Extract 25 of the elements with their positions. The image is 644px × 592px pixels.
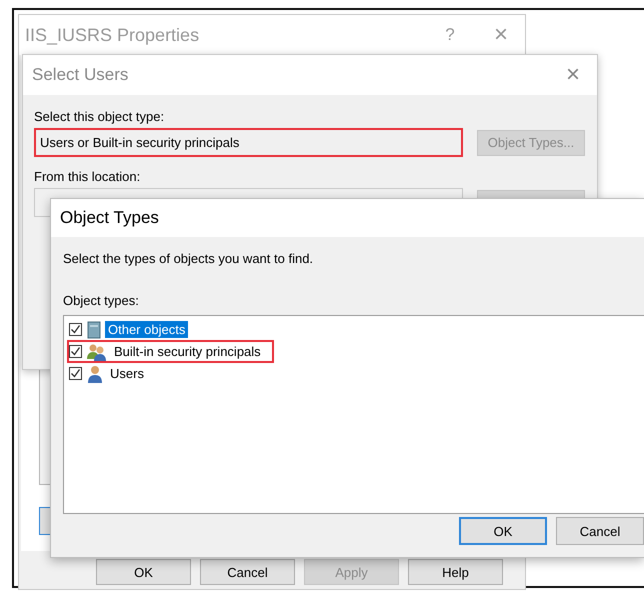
list-label: Object types: xyxy=(63,293,140,308)
dialog-button[interactable]: Cancel xyxy=(200,559,295,585)
checkbox[interactable] xyxy=(69,323,82,336)
dialog-button[interactable]: Help xyxy=(408,559,503,585)
field-label: From this location: xyxy=(34,169,142,184)
checkbox[interactable] xyxy=(69,367,82,380)
object-type-row[interactable]: Built-in security principals xyxy=(69,342,272,361)
dialog-button[interactable]: OK xyxy=(459,517,547,545)
people-icon xyxy=(86,342,108,360)
object-type-field[interactable]: Users or Built-in security principals xyxy=(34,128,463,157)
user-icon xyxy=(86,364,104,382)
object-type-label: Users xyxy=(109,365,145,382)
object-type-label: Other objects xyxy=(105,321,188,338)
server-icon xyxy=(86,320,102,338)
checkbox[interactable] xyxy=(69,345,82,358)
object-type-row[interactable]: Other objects xyxy=(69,320,196,339)
field-label: Select this object type: xyxy=(34,109,166,124)
dialog-button[interactable]: Cancel xyxy=(556,517,644,545)
window-title: IIS_IUSRS Properties xyxy=(25,24,200,46)
window-title: Select Users xyxy=(32,65,130,85)
instruction-text: Select the types of objects you want to find. xyxy=(63,251,314,266)
object-type-row[interactable]: Users xyxy=(69,364,155,383)
object-type-label: Built-in security principals xyxy=(113,343,262,360)
dialog-button[interactable]: OK xyxy=(96,559,191,585)
window-title: Object Types xyxy=(51,199,644,237)
